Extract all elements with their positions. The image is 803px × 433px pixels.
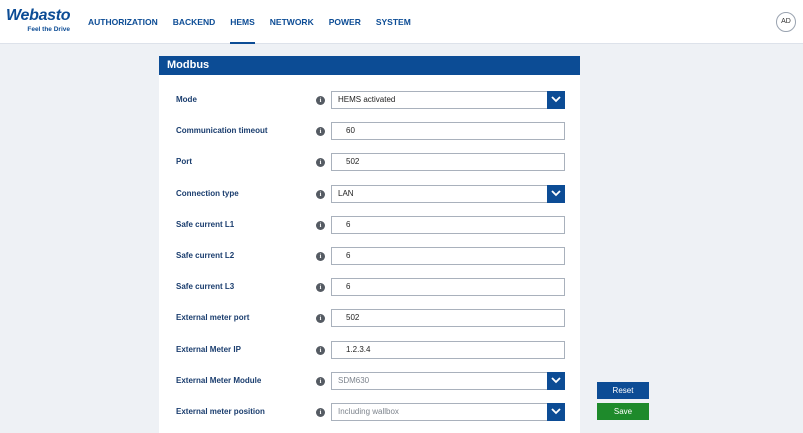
field-label: External Meter Module [176, 376, 262, 385]
form-row-external-meter-port: External meter port i 502 [159, 309, 580, 329]
field-label: External meter port [176, 313, 250, 322]
save-button[interactable]: Save [597, 403, 649, 420]
form-row-external-meter-ip: External Meter IP i 1.2.3.4 [159, 341, 580, 361]
field-label: Port [176, 157, 192, 166]
field-value: 502 [346, 157, 360, 166]
form-row-safe-current-l2: Safe current L2 i 6 [159, 247, 580, 267]
info-icon[interactable]: i [316, 158, 325, 167]
form-row-communication-timeout: Communication timeout i 60 [159, 122, 580, 142]
info-icon[interactable]: i [316, 190, 325, 199]
external-meter-port-input[interactable]: 502 [331, 309, 565, 327]
logo-tagline: Feel the Drive [27, 26, 70, 33]
safe-current-l2-input[interactable]: 6 [331, 247, 565, 265]
info-icon[interactable]: i [316, 96, 325, 105]
field-label: External Meter IP [176, 345, 241, 354]
field-value: 502 [346, 313, 360, 322]
field-label: Mode [176, 95, 197, 104]
chevron-down-icon[interactable] [547, 403, 565, 421]
info-icon[interactable]: i [316, 127, 325, 136]
form-row-mode: Mode i HEMS activated [159, 91, 580, 111]
field-label: Safe current L3 [176, 282, 235, 291]
nav-item-authorization[interactable]: AUTHORIZATION [88, 0, 158, 44]
field-value: 6 [346, 220, 351, 229]
info-icon[interactable]: i [316, 283, 325, 292]
top-bar: Webasto Feel the Drive AUTHORIZATION BACK… [0, 0, 803, 44]
webasto-logo[interactable]: Webasto Feel the Drive [6, 7, 72, 37]
info-icon[interactable]: i [316, 221, 325, 230]
reset-button[interactable]: Reset [597, 382, 649, 399]
field-label: External meter position [176, 407, 265, 416]
user-avatar[interactable]: AD [776, 12, 796, 32]
field-label: Safe current L1 [176, 220, 235, 229]
form-row-external-meter-position: External meter position i Including wallbo… [159, 403, 580, 423]
form-row-port: Port i 502 [159, 153, 580, 173]
safe-current-l3-input[interactable]: 6 [331, 278, 565, 296]
safe-current-l1-input[interactable]: 6 [331, 216, 565, 234]
port-input[interactable]: 502 [331, 153, 565, 171]
form-row-safe-current-l3: Safe current L3 i 6 [159, 278, 580, 298]
mode-select[interactable]: HEMS activated [331, 91, 565, 109]
info-icon[interactable]: i [316, 408, 325, 417]
nav-item-power[interactable]: POWER [329, 0, 361, 44]
field-value: Including wallbox [338, 407, 399, 416]
nav-item-network[interactable]: NETWORK [270, 0, 314, 44]
nav-item-backend[interactable]: BACKEND [173, 0, 216, 44]
communication-timeout-input[interactable]: 60 [331, 122, 565, 140]
nav-item-system[interactable]: SYSTEM [376, 0, 411, 44]
chevron-down-icon[interactable] [547, 372, 565, 390]
form-row-connection-type: Connection type i LAN [159, 185, 580, 205]
field-label: Communication timeout [176, 126, 268, 135]
info-icon[interactable]: i [316, 377, 325, 386]
form-row-external-meter-module: External Meter Module i SDM630 [159, 372, 580, 392]
field-value: LAN [338, 189, 354, 198]
field-value: SDM630 [338, 376, 370, 385]
field-value: HEMS activated [338, 95, 396, 104]
panel-title: Modbus [159, 56, 580, 75]
field-value: 6 [346, 251, 351, 260]
form-row-safe-current-l1: Safe current L1 i 6 [159, 216, 580, 236]
chevron-down-icon[interactable] [547, 185, 565, 203]
modbus-panel: Modbus Mode i HEMS activated Communication … [159, 56, 580, 433]
info-icon[interactable]: i [316, 346, 325, 355]
field-value: 6 [346, 282, 351, 291]
external-meter-ip-input[interactable]: 1.2.3.4 [331, 341, 565, 359]
chevron-down-icon[interactable] [547, 91, 565, 109]
main-nav: AUTHORIZATION BACKEND HEMS NETWORK POWER SYST… [88, 0, 426, 44]
nav-item-hems[interactable]: HEMS [230, 0, 255, 44]
info-icon[interactable]: i [316, 314, 325, 323]
field-value: 1.2.3.4 [346, 345, 371, 354]
connection-type-select[interactable]: LAN [331, 185, 565, 203]
field-value: 60 [346, 126, 355, 135]
field-label: Connection type [176, 189, 239, 198]
external-meter-module-select[interactable]: SDM630 [331, 372, 565, 390]
logo-wordmark: Webasto [6, 7, 71, 24]
external-meter-position-select[interactable]: Including wallbox [331, 403, 565, 421]
field-label: Safe current L2 [176, 251, 235, 260]
info-icon[interactable]: i [316, 252, 325, 261]
